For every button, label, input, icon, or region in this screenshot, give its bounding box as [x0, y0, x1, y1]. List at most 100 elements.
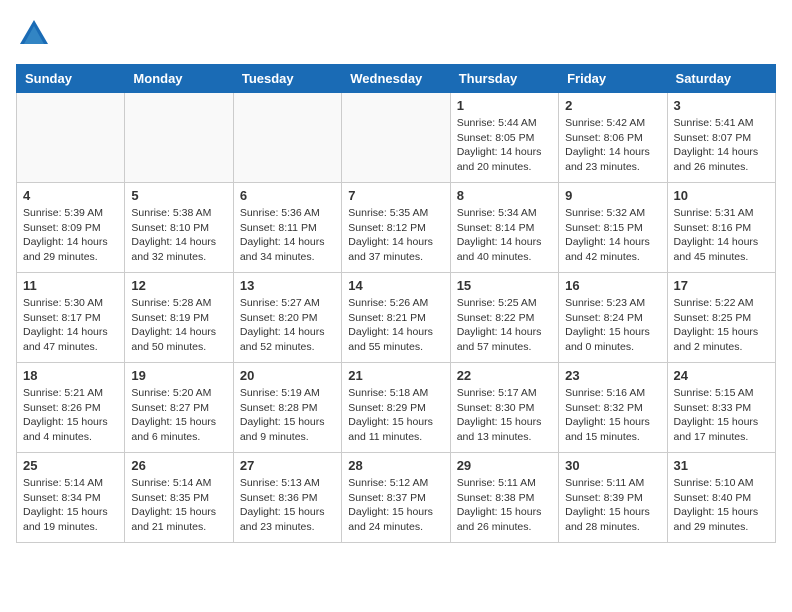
- day-number: 28: [348, 458, 443, 473]
- calendar-cell: 31 Sunrise: 5:10 AM Sunset: 8:40 PM Dayli…: [667, 453, 775, 543]
- day-info: Sunrise: 5:11 AM Sunset: 8:39 PM Dayligh…: [565, 476, 660, 535]
- day-number: 6: [240, 188, 335, 203]
- day-number: 22: [457, 368, 552, 383]
- calendar-cell: 9 Sunrise: 5:32 AM Sunset: 8:15 PM Daylig…: [559, 183, 667, 273]
- day-number: 30: [565, 458, 660, 473]
- day-number: 8: [457, 188, 552, 203]
- day-info: Sunrise: 5:38 AM Sunset: 8:10 PM Dayligh…: [131, 206, 226, 265]
- calendar-cell: 11 Sunrise: 5:30 AM Sunset: 8:17 PM Dayli…: [17, 273, 125, 363]
- day-number: 1: [457, 98, 552, 113]
- day-number: 24: [674, 368, 769, 383]
- day-info: Sunrise: 5:17 AM Sunset: 8:30 PM Dayligh…: [457, 386, 552, 445]
- calendar-cell: 24 Sunrise: 5:15 AM Sunset: 8:33 PM Dayli…: [667, 363, 775, 453]
- calendar-cell: 7 Sunrise: 5:35 AM Sunset: 8:12 PM Daylig…: [342, 183, 450, 273]
- day-number: 5: [131, 188, 226, 203]
- header-day-saturday: Saturday: [667, 65, 775, 93]
- day-info: Sunrise: 5:20 AM Sunset: 8:27 PM Dayligh…: [131, 386, 226, 445]
- day-info: Sunrise: 5:21 AM Sunset: 8:26 PM Dayligh…: [23, 386, 118, 445]
- day-info: Sunrise: 5:13 AM Sunset: 8:36 PM Dayligh…: [240, 476, 335, 535]
- calendar-cell: 16 Sunrise: 5:23 AM Sunset: 8:24 PM Dayli…: [559, 273, 667, 363]
- calendar-cell: 5 Sunrise: 5:38 AM Sunset: 8:10 PM Daylig…: [125, 183, 233, 273]
- day-number: 17: [674, 278, 769, 293]
- day-number: 2: [565, 98, 660, 113]
- day-number: 31: [674, 458, 769, 473]
- day-number: 9: [565, 188, 660, 203]
- calendar-cell: 29Sunrise: 5:11 AM Sunset: 8:38 PM Dayli…: [450, 453, 558, 543]
- calendar-cell: 21Sunrise: 5:18 AM Sunset: 8:29 PM Dayli…: [342, 363, 450, 453]
- calendar-cell: [342, 93, 450, 183]
- day-number: 19: [131, 368, 226, 383]
- day-info: Sunrise: 5:10 AM Sunset: 8:40 PM Dayligh…: [674, 476, 769, 535]
- calendar-cell: 25 Sunrise: 5:14 AM Sunset: 8:34 PM Dayli…: [17, 453, 125, 543]
- week-row-3: 11 Sunrise: 5:30 AM Sunset: 8:17 PM Dayli…: [17, 273, 776, 363]
- calendar-cell: 30 Sunrise: 5:11 AM Sunset: 8:39 PM Dayli…: [559, 453, 667, 543]
- day-number: 18: [23, 368, 118, 383]
- day-number: 25: [23, 458, 118, 473]
- day-number: 11: [23, 278, 118, 293]
- calendar-cell: 8Sunrise: 5:34 AM Sunset: 8:14 PM Daylig…: [450, 183, 558, 273]
- page-header: [16, 16, 776, 52]
- day-number: 12: [131, 278, 226, 293]
- calendar-cell: [125, 93, 233, 183]
- day-number: 29: [457, 458, 552, 473]
- header-day-thursday: Thursday: [450, 65, 558, 93]
- day-number: 7: [348, 188, 443, 203]
- header-day-friday: Friday: [559, 65, 667, 93]
- header-row: SundayMondayTuesdayWednesdayThursdayFrid…: [17, 65, 776, 93]
- calendar-cell: 18 Sunrise: 5:21 AM Sunset: 8:26 PM Dayli…: [17, 363, 125, 453]
- day-info: Sunrise: 5:36 AM Sunset: 8:11 PM Dayligh…: [240, 206, 335, 265]
- calendar-cell: 20 Sunrise: 5:19 AM Sunset: 8:28 PM Dayli…: [233, 363, 341, 453]
- calendar-cell: [233, 93, 341, 183]
- day-info: Sunrise: 5:14 AM Sunset: 8:34 PM Dayligh…: [23, 476, 118, 535]
- calendar-cell: 4 Sunrise: 5:39 AM Sunset: 8:09 PM Daylig…: [17, 183, 125, 273]
- day-info: Sunrise: 5:30 AM Sunset: 8:17 PM Dayligh…: [23, 296, 118, 355]
- header-day-monday: Monday: [125, 65, 233, 93]
- day-info: Sunrise: 5:42 AM Sunset: 8:06 PM Dayligh…: [565, 116, 660, 175]
- week-row-1: 1Sunrise: 5:44 AM Sunset: 8:05 PM Daylig…: [17, 93, 776, 183]
- day-number: 20: [240, 368, 335, 383]
- calendar-cell: 19 Sunrise: 5:20 AM Sunset: 8:27 PM Dayli…: [125, 363, 233, 453]
- calendar-cell: 14 Sunrise: 5:26 AM Sunset: 8:21 PM Dayli…: [342, 273, 450, 363]
- calendar-cell: 27 Sunrise: 5:13 AM Sunset: 8:36 PM Dayli…: [233, 453, 341, 543]
- day-info: Sunrise: 5:39 AM Sunset: 8:09 PM Dayligh…: [23, 206, 118, 265]
- day-number: 16: [565, 278, 660, 293]
- day-number: 13: [240, 278, 335, 293]
- day-info: Sunrise: 5:16 AM Sunset: 8:32 PM Dayligh…: [565, 386, 660, 445]
- calendar-header: SundayMondayTuesdayWednesdayThursdayFrid…: [17, 65, 776, 93]
- day-number: 15: [457, 278, 552, 293]
- day-info: Sunrise: 5:26 AM Sunset: 8:21 PM Dayligh…: [348, 296, 443, 355]
- logo-icon: [16, 16, 52, 52]
- calendar-cell: 13 Sunrise: 5:27 AM Sunset: 8:20 PM Dayli…: [233, 273, 341, 363]
- day-number: 27: [240, 458, 335, 473]
- day-info: Sunrise: 5:35 AM Sunset: 8:12 PM Dayligh…: [348, 206, 443, 265]
- calendar-cell: 2 Sunrise: 5:42 AM Sunset: 8:06 PM Daylig…: [559, 93, 667, 183]
- day-info: Sunrise: 5:19 AM Sunset: 8:28 PM Dayligh…: [240, 386, 335, 445]
- day-info: Sunrise: 5:27 AM Sunset: 8:20 PM Dayligh…: [240, 296, 335, 355]
- day-info: Sunrise: 5:15 AM Sunset: 8:33 PM Dayligh…: [674, 386, 769, 445]
- day-number: 23: [565, 368, 660, 383]
- week-row-2: 4 Sunrise: 5:39 AM Sunset: 8:09 PM Daylig…: [17, 183, 776, 273]
- calendar-cell: 28Sunrise: 5:12 AM Sunset: 8:37 PM Dayli…: [342, 453, 450, 543]
- day-info: Sunrise: 5:41 AM Sunset: 8:07 PM Dayligh…: [674, 116, 769, 175]
- calendar-cell: 17Sunrise: 5:22 AM Sunset: 8:25 PM Dayli…: [667, 273, 775, 363]
- week-row-5: 25 Sunrise: 5:14 AM Sunset: 8:34 PM Dayli…: [17, 453, 776, 543]
- day-info: Sunrise: 5:31 AM Sunset: 8:16 PM Dayligh…: [674, 206, 769, 265]
- calendar-cell: 10 Sunrise: 5:31 AM Sunset: 8:16 PM Dayli…: [667, 183, 775, 273]
- day-number: 26: [131, 458, 226, 473]
- day-number: 4: [23, 188, 118, 203]
- day-info: Sunrise: 5:14 AM Sunset: 8:35 PM Dayligh…: [131, 476, 226, 535]
- week-row-4: 18 Sunrise: 5:21 AM Sunset: 8:26 PM Dayli…: [17, 363, 776, 453]
- calendar-cell: 3Sunrise: 5:41 AM Sunset: 8:07 PM Daylig…: [667, 93, 775, 183]
- day-number: 10: [674, 188, 769, 203]
- day-number: 21: [348, 368, 443, 383]
- day-number: 14: [348, 278, 443, 293]
- day-info: Sunrise: 5:28 AM Sunset: 8:19 PM Dayligh…: [131, 296, 226, 355]
- header-day-tuesday: Tuesday: [233, 65, 341, 93]
- day-info: Sunrise: 5:23 AM Sunset: 8:24 PM Dayligh…: [565, 296, 660, 355]
- header-day-sunday: Sunday: [17, 65, 125, 93]
- calendar-cell: 15Sunrise: 5:25 AM Sunset: 8:22 PM Dayli…: [450, 273, 558, 363]
- calendar-cell: 26 Sunrise: 5:14 AM Sunset: 8:35 PM Dayli…: [125, 453, 233, 543]
- calendar-cell: [17, 93, 125, 183]
- calendar-cell: 23 Sunrise: 5:16 AM Sunset: 8:32 PM Dayli…: [559, 363, 667, 453]
- day-info: Sunrise: 5:32 AM Sunset: 8:15 PM Dayligh…: [565, 206, 660, 265]
